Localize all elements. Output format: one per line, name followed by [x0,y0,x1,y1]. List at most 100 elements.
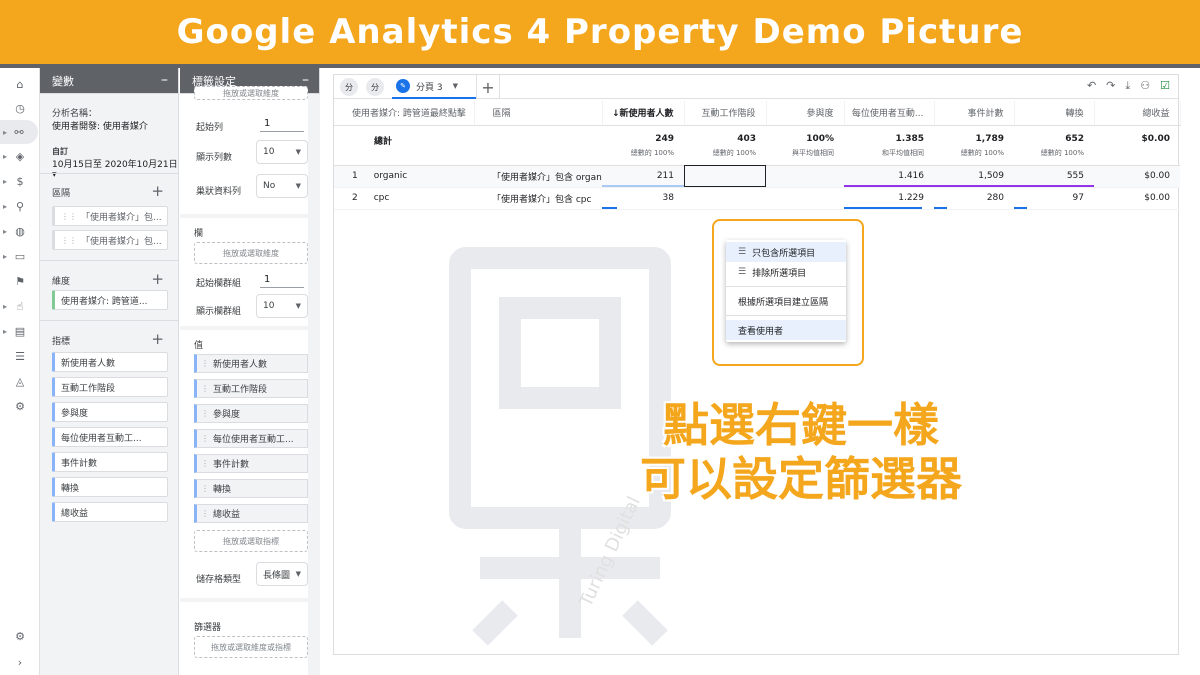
row-medium[interactable]: cpc [374,193,390,203]
value-chip[interactable]: ⋮ 每位使用者互動工... [194,429,308,448]
row-events[interactable]: 280 [934,187,1014,210]
metric-chip[interactable]: 總收益 [52,502,168,522]
value-chip[interactable]: ⋮ 新使用者人數 [194,354,308,373]
show-cols-select[interactable]: 10 ▼ [256,294,308,318]
value-chip[interactable]: ⋮ 參與度 [194,404,308,423]
columns-dropzone[interactable]: 拖放或選取維度 [194,242,308,264]
start-row-input[interactable]: 1 [260,116,304,132]
row-per-user[interactable]: 1.416 [844,165,934,188]
start-col-input[interactable]: 1 [260,272,304,288]
segment-chip[interactable]: ⋮⋮ 「使用者媒介」包... [52,230,168,250]
col-header-revenue[interactable]: 總收益 [1094,101,1181,126]
nested-rows-select[interactable]: No ▼ [256,174,308,198]
settings-icon[interactable]: ⚙ [0,624,40,648]
tab-active[interactable]: ✎ 分頁 3 ▼ [392,75,476,99]
row-segment[interactable]: 「使用者媒介」包含 cpc [474,187,602,210]
banner: Google Analytics 4 Property Demo Picture [0,0,1200,64]
globe-icon[interactable]: ▸ ◍ [0,219,40,243]
col-header-conversions[interactable]: 轉換 [1014,101,1095,126]
monetization-icon[interactable]: ▸ $ [0,169,40,193]
table-row[interactable]: 2 cpc 「使用者媒介」包含 cpc 38 1.229 280 97 $0.00 [334,187,1180,210]
value-chip[interactable]: ⋮ 總收益 [194,504,308,523]
row-events[interactable]: 1,509 [934,165,1014,188]
col-header-per-user[interactable]: 每位使用者互動... [844,101,935,126]
date-range[interactable]: 自訂 10月15日至 2020年10月21日 ▾ [40,146,178,180]
start-row-label: 起始列 [196,123,224,133]
tab-settings-scroll: 拖放或選取維度 起始列 1 顯示列數 10 ▼ 巢狀資料列 No ▼ 欄 拖放或選取… [180,86,320,675]
touch-icon[interactable]: ▸ ☝ [0,294,40,318]
metric-chip[interactable]: 參與度 [52,402,168,422]
share-icon[interactable]: ⚇ [1140,79,1150,93]
row-revenue[interactable]: $0.00 [1094,165,1180,188]
metric-chip[interactable]: 每位使用者互動工... [52,427,168,447]
redo-icon[interactable]: ↷ [1106,79,1115,93]
metric-chip[interactable]: 互動工作階段 [52,377,168,397]
row-conversions[interactable]: 555 [1014,165,1094,188]
row-sessions[interactable] [684,187,766,210]
value-chip[interactable]: ⋮ 互動工作階段 [194,379,308,398]
tab-1[interactable]: 分 [340,78,358,96]
tab-2[interactable]: 分 [366,78,384,96]
realtime-icon[interactable]: ◷ [0,96,40,120]
metric-chip[interactable]: 轉換 [52,477,168,497]
row-medium[interactable]: organic [374,171,407,181]
total-per-user: 1.385 和平均值相同 [844,125,934,166]
analysis-name-value[interactable]: 使用者開發: 使用者媒介 [40,119,178,132]
col-header-sessions[interactable]: 互動工作階段 [684,101,767,126]
row-segment[interactable]: 「使用者媒介」包含 organic [474,165,602,188]
columns-title: 欄 [194,229,204,239]
user-list-icon[interactable]: ☰ [0,344,40,368]
segment-chip[interactable]: ⋮⋮ 「使用者媒介」包... [52,206,168,226]
table-row[interactable]: 1 organic 「使用者媒介」包含 organic 211 1.416 1,5… [334,165,1180,188]
row-revenue[interactable]: $0.00 [1094,187,1180,210]
cell-type-select[interactable]: 長條圖 ▼ [256,562,308,586]
date-preset: 自訂 [52,147,68,156]
row-engagement[interactable] [766,187,844,210]
col-header-new-users[interactable]: ↓新使用者人數 [602,101,685,126]
dimension-chip[interactable]: 使用者媒介: 跨管道... [52,290,168,310]
show-rows-select[interactable]: 10 ▼ [256,140,308,164]
col-header-engagement[interactable]: 參與度 [766,101,845,126]
row-index: 1 [352,171,358,181]
row-new-users[interactable]: 38 [602,187,684,210]
shapes-icon[interactable]: ◬ [0,369,40,393]
col-header-segment[interactable]: 區隔 [474,101,603,126]
add-dimension-icon[interactable]: + [151,270,164,288]
dimensions-section: 維度 + [40,270,178,288]
variables-header: 變數 – [40,68,178,94]
expand-icon[interactable]: › [0,650,40,674]
download-icon[interactable]: ⤓ [1125,79,1130,93]
row-new-users[interactable]: 211 [602,165,684,188]
undo-icon[interactable]: ↶ [1087,79,1096,93]
col-header-events[interactable]: 事件計數 [934,101,1015,126]
add-metric-icon[interactable]: + [151,330,164,348]
acquisition-icon[interactable]: ▸ ⚲ [0,194,40,218]
total-conversions: 652 總數的 100% [1014,125,1094,166]
metric-chip[interactable]: 新使用者人數 [52,352,168,372]
value-chip[interactable]: ⋮ 事件計數 [194,454,308,473]
tag-icon[interactable]: ▸ ◈ [0,144,40,168]
row-engagement[interactable] [766,165,844,188]
home-icon[interactable]: ⌂ [0,72,40,96]
collapse-icon[interactable]: – [161,72,168,88]
debug-icon[interactable]: ⚙ [0,394,40,418]
values-dropzone[interactable]: 拖放或選取指標 [194,530,308,552]
analysis-name-label: 分析名稱： [52,109,98,119]
add-tab-button[interactable]: + [476,75,500,99]
row-per-user[interactable]: 1.229 [844,187,934,210]
devices-icon[interactable]: ▸ ▭ [0,244,40,268]
filters-dropzone[interactable]: 拖放或選取維度或指標 [194,636,308,658]
total-events: 1,789 總數的 100% [934,125,1014,166]
col-header-medium[interactable]: 使用者媒介: 跨管道最終點擊 [334,101,475,126]
metric-chip[interactable]: 事件計數 [52,452,168,472]
value-chip[interactable]: ⋮ 轉換 [194,479,308,498]
rows-dropzone[interactable]: 拖放或選取維度 [194,86,308,100]
report-icon[interactable]: ▸ ▤ [0,319,40,343]
row-sessions[interactable] [684,165,766,188]
explore-icon[interactable]: ▸ ⚯ [0,120,38,144]
add-segment-icon[interactable]: + [151,182,164,200]
data-table: 使用者媒介: 跨管道最終點擊 區隔 ↓新使用者人數 互動工作階段 參與度 每位使… [334,101,1181,210]
row-conversions[interactable]: 97 [1014,187,1094,210]
save-check-icon[interactable]: ☑ [1160,79,1170,93]
flag-icon[interactable]: ⚑ [0,269,40,293]
